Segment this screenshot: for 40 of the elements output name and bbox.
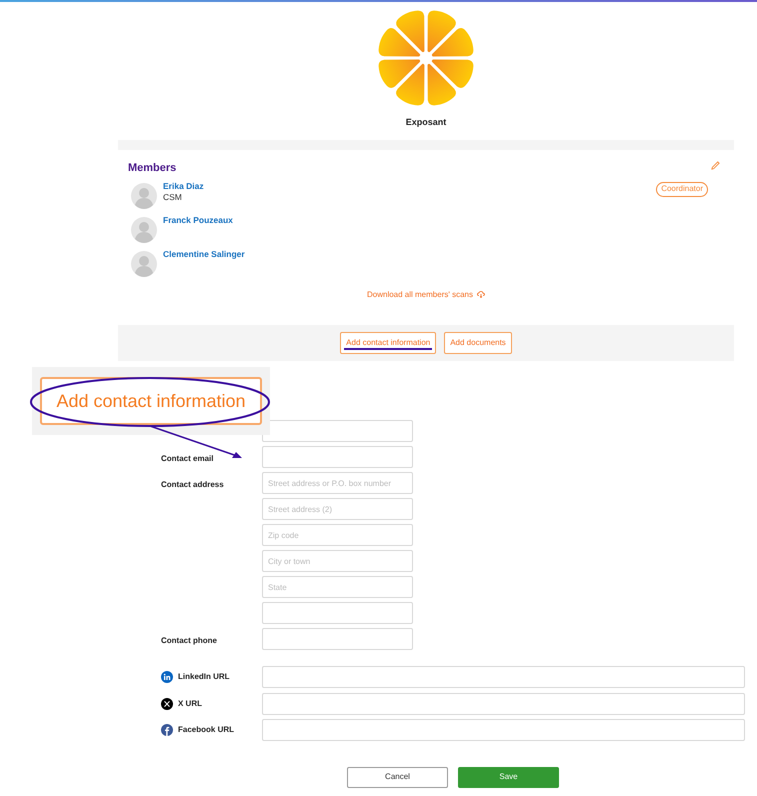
input-field[interactable] bbox=[262, 719, 745, 742]
avatar-icon bbox=[131, 216, 157, 242]
member-name[interactable]: Franck Pouzeaux bbox=[163, 214, 233, 226]
role-badge: Coordinator bbox=[656, 182, 708, 196]
fruit-logo-icon bbox=[376, 8, 476, 108]
field-label: Contact address bbox=[161, 480, 224, 489]
avatar-icon bbox=[131, 250, 157, 276]
input-field[interactable]: Zip code bbox=[262, 524, 413, 546]
cancel-button[interactable]: Cancel bbox=[347, 766, 448, 788]
field-label: LinkedIn URL bbox=[178, 671, 230, 684]
action-button[interactable]: Add documents bbox=[444, 332, 512, 354]
member-role: CSM bbox=[163, 192, 183, 202]
input-field[interactable] bbox=[262, 628, 413, 650]
input-field[interactable] bbox=[262, 666, 745, 688]
field-label: Facebook URL bbox=[178, 724, 234, 736]
avatar-icon bbox=[131, 182, 157, 208]
cloud-download-icon bbox=[477, 291, 485, 298]
input-field[interactable] bbox=[262, 602, 413, 624]
input-field[interactable] bbox=[262, 692, 745, 715]
field-label: Contact email bbox=[161, 454, 214, 463]
member-name[interactable]: Clementine Salinger bbox=[163, 248, 245, 260]
input-field[interactable] bbox=[262, 420, 413, 442]
input-field[interactable]: Street address (2) bbox=[262, 498, 413, 520]
pencil-icon[interactable] bbox=[711, 161, 720, 170]
members-title: Members bbox=[128, 161, 176, 176]
facebook-icon bbox=[161, 724, 173, 736]
download-scans-link[interactable]: Download all members' scans bbox=[366, 288, 485, 300]
save-button[interactable]: Save bbox=[458, 766, 559, 788]
input-field[interactable]: City or town bbox=[262, 550, 413, 572]
linkedin-icon bbox=[161, 671, 173, 684]
callout-button[interactable]: Add contact information bbox=[40, 377, 262, 425]
action-button[interactable]: Add contact information bbox=[340, 332, 436, 354]
field-label: Contact phone bbox=[161, 636, 217, 645]
x-logo-icon bbox=[161, 698, 173, 710]
input-field[interactable]: Street address or P.O. box number bbox=[262, 472, 413, 494]
input-field[interactable] bbox=[262, 446, 413, 468]
input-field[interactable]: State bbox=[262, 576, 413, 598]
profile-name: Exposant bbox=[406, 116, 446, 129]
member-name[interactable]: Erika Diaz bbox=[163, 180, 204, 192]
field-label: X URL bbox=[178, 698, 202, 710]
